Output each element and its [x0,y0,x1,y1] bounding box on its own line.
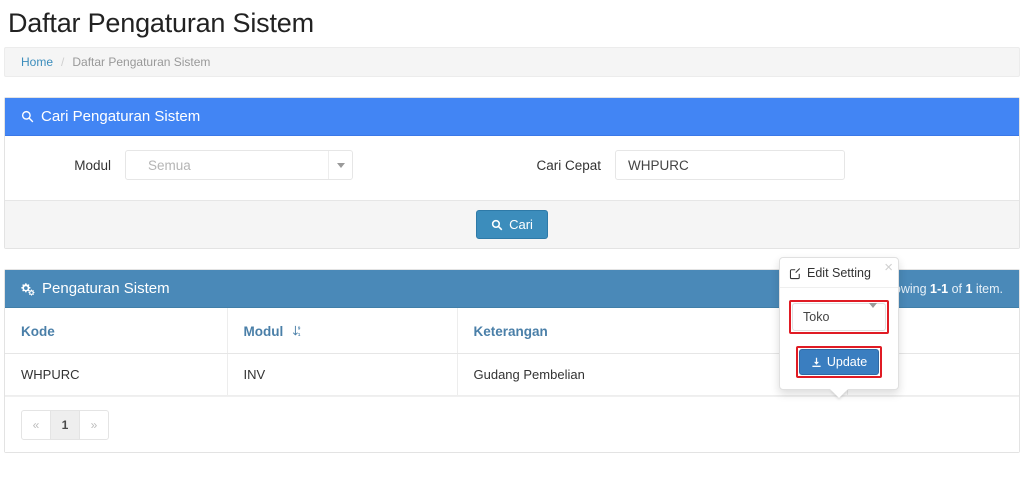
breadcrumb-separator: / [61,55,65,69]
field-modul: Modul Semua [5,150,353,180]
popover-body: Toko [780,288,898,346]
breadcrumb-current: Daftar Pengaturan Sistem [72,55,211,69]
list-panel-title: Pengaturan Sistem [42,280,170,297]
search-icon [491,219,503,231]
pagination-page-1[interactable]: 1 [50,409,80,440]
search-panel-title: Cari Pengaturan Sistem [41,108,201,125]
popover-title-label: Edit Setting [807,266,871,280]
pagination-prev[interactable]: « [21,409,51,440]
edit-pencil-icon [789,267,802,280]
column-header-kode[interactable]: Kode [5,308,228,354]
showing-range: 1-1 [930,281,949,296]
showing-suffix: item. [972,281,1003,296]
cell-kode: WHPURC [5,353,228,396]
breadcrumb: Home / Daftar Pengaturan Sistem [4,47,1020,77]
page-root: Daftar Pengaturan Sistem Home / Daftar P… [0,0,1024,503]
download-icon [811,357,822,368]
update-button[interactable]: Update [798,349,880,375]
showing-mid: of [948,281,966,296]
pagination-next[interactable]: » [79,409,109,440]
search-panel-footer: Cari [5,200,1019,248]
modul-label: Modul [74,157,111,173]
search-icon [21,110,34,123]
cari-submit-label: Cari [509,217,533,232]
popover-header: Edit Setting × [780,258,898,288]
table-footer: « 1 » [5,396,1019,452]
setting-value-select-value: Toko [803,310,830,324]
search-panel: Cari Pengaturan Sistem Modul Semua Cari … [4,97,1020,249]
column-header-modul-label: Modul [243,324,284,339]
gears-icon [21,282,35,296]
close-icon[interactable]: × [884,260,893,275]
modul-select-value: Semua [148,157,191,173]
update-button-label: Update [826,355,868,369]
pagination: « 1 » [21,409,109,440]
chevron-down-icon[interactable] [328,151,352,179]
sort-numeric-asc-icon: 9 1 [292,325,303,340]
cari-cepat-input[interactable] [615,150,845,180]
field-cari-cepat: Cari Cepat [475,150,845,180]
annotation-box-select: Toko [789,300,889,334]
popover-footer: Update [780,346,898,389]
cari-submit-button[interactable]: Cari [476,210,548,239]
breadcrumb-link-home[interactable]: Home [21,55,53,69]
cari-cepat-label: Cari Cepat [536,157,601,173]
svg-text:9: 9 [298,326,301,331]
chevron-down-icon[interactable] [869,303,877,326]
page-title: Daftar Pengaturan Sistem [8,8,314,38]
search-form: Modul Semua Cari Cepat [5,136,1019,200]
cell-modul: INV [227,353,458,396]
setting-value-select[interactable]: Toko [792,303,886,331]
column-header-modul[interactable]: Modul 9 1 [227,308,458,354]
svg-text:1: 1 [298,332,301,337]
modul-select[interactable]: Semua [125,150,353,180]
annotation-box-update: Update [795,346,883,378]
edit-setting-popover: Edit Setting × Toko Update [779,257,899,398]
search-panel-header: Cari Pengaturan Sistem [5,98,1019,136]
popover-arrow [830,389,848,398]
